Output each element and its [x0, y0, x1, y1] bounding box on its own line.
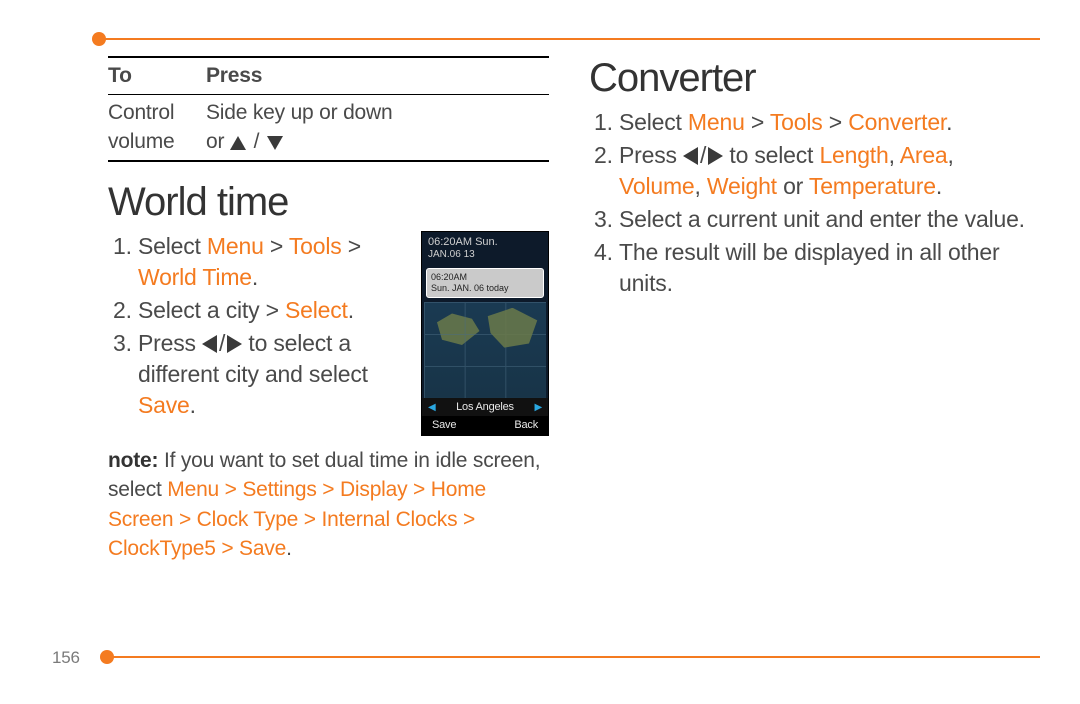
- text: .: [190, 392, 196, 418]
- thumb-world-map: [424, 302, 546, 398]
- list-item: Select Menu > Tools > World Time.: [138, 231, 409, 293]
- menu-path: World Time: [138, 264, 252, 290]
- text: .: [286, 537, 292, 560]
- text: Press: [138, 330, 202, 356]
- list-item: Select a city > Select.: [138, 295, 409, 326]
- text: .: [348, 297, 354, 323]
- text: to select: [723, 142, 819, 168]
- thumb-city-row: ◀ Los Angeles ▶: [422, 398, 548, 416]
- key-press-table: To Press Control volume Side key up or d…: [108, 56, 549, 162]
- text: Control: [108, 101, 174, 124]
- down-triangle-icon: [267, 136, 283, 150]
- menu-path: Save: [138, 392, 190, 418]
- text: .: [946, 109, 952, 135]
- steps-list: Select Menu > Tools > World Time. Select…: [108, 231, 409, 421]
- text: Press: [619, 142, 683, 168]
- text: >: [342, 233, 361, 259]
- table-row: Control volume Side key up or down or /: [108, 95, 549, 160]
- right-column: Converter Select Menu > Tools > Converte…: [589, 56, 1030, 634]
- menu-path: Temperature: [809, 173, 936, 199]
- text: ,: [948, 142, 954, 168]
- page-number: 156: [52, 648, 80, 668]
- right-triangle-icon: [708, 147, 723, 165]
- header-rule: [100, 38, 1040, 40]
- thumb-city-label: Los Angeles: [456, 401, 514, 413]
- text: ,: [695, 173, 707, 199]
- left-triangle-icon: [683, 147, 698, 165]
- menu-path: Menu: [207, 233, 264, 259]
- text: Select: [619, 109, 688, 135]
- slash: /: [217, 328, 227, 359]
- menu-path: Volume: [619, 173, 695, 199]
- menu-path: Weight: [707, 173, 777, 199]
- text: Side key up or down: [206, 101, 392, 124]
- text: >: [264, 233, 289, 259]
- up-triangle-icon: [230, 136, 246, 150]
- slash: /: [698, 140, 708, 171]
- content-columns: To Press Control volume Side key up or d…: [108, 56, 1030, 634]
- converter-heading: Converter: [589, 56, 1030, 101]
- text: Select a city >: [138, 297, 285, 323]
- list-item: Select a current unit and enter the valu…: [619, 204, 1030, 235]
- thumb-header: 06:20AM Sun. JAN.06 13: [422, 232, 548, 264]
- menu-path: Menu: [688, 109, 745, 135]
- list-item: Press / to select Length, Area, Volume, …: [619, 140, 1030, 202]
- softkey-save: Save: [432, 419, 456, 431]
- left-arrow-icon: ◀: [428, 402, 436, 413]
- manual-page: To Press Control volume Side key up or d…: [0, 0, 1080, 704]
- left-triangle-icon: [202, 335, 217, 353]
- softkey-back: Back: [514, 419, 538, 431]
- left-column: To Press Control volume Side key up or d…: [108, 56, 549, 634]
- menu-path: Tools: [289, 233, 342, 259]
- slash: /: [252, 128, 262, 156]
- thumb-card-date: Sun. JAN. 06 today: [431, 283, 539, 294]
- list-item: Press / to select a different city and s…: [138, 328, 409, 421]
- menu-path: Length: [819, 142, 888, 168]
- list-item: Select Menu > Tools > Converter.: [619, 107, 1030, 138]
- text: or: [206, 130, 230, 153]
- table-cell-key: Side key up or down or /: [206, 95, 549, 160]
- text: >: [745, 109, 770, 135]
- table-header: To Press: [108, 58, 549, 95]
- list-item: The result will be displayed in all othe…: [619, 237, 1030, 299]
- thumb-local-card: 06:20AM Sun. JAN. 06 today: [426, 268, 544, 298]
- menu-path: Select: [285, 297, 348, 323]
- text: >: [823, 109, 849, 135]
- table-cell-action: Control volume: [108, 95, 206, 160]
- text: volume: [108, 130, 175, 153]
- thumb-date: JAN.06 13: [428, 249, 542, 261]
- table-head-to: To: [108, 58, 206, 94]
- menu-path: Converter: [848, 109, 946, 135]
- right-arrow-icon: ▶: [535, 402, 543, 413]
- thumb-time: 06:20AM Sun.: [428, 236, 542, 249]
- world-time-body: Select Menu > Tools > World Time. Select…: [108, 231, 549, 436]
- table-head-press: Press: [206, 58, 549, 94]
- thumb-card-time: 06:20AM: [431, 272, 539, 283]
- map-grid-icon: [424, 302, 546, 398]
- text: or: [777, 173, 809, 199]
- menu-path: Area: [900, 142, 948, 168]
- right-triangle-icon: [227, 335, 242, 353]
- note-label: note:: [108, 449, 158, 472]
- text: .: [252, 264, 258, 290]
- steps-list: Select Menu > Tools > Converter. Press /…: [589, 107, 1030, 299]
- text: ,: [889, 142, 900, 168]
- world-time-screenshot: 06:20AM Sun. JAN.06 13 06:20AM Sun. JAN.…: [421, 231, 549, 436]
- text: .: [936, 173, 942, 199]
- world-time-note: note: If you want to set dual time in id…: [108, 446, 549, 564]
- text: Select: [138, 233, 207, 259]
- world-time-heading: World time: [108, 180, 549, 225]
- thumb-softkeys: Save Back: [422, 416, 548, 435]
- footer-rule: [110, 656, 1040, 658]
- menu-path: Tools: [770, 109, 823, 135]
- world-time-steps: Select Menu > Tools > World Time. Select…: [108, 231, 409, 423]
